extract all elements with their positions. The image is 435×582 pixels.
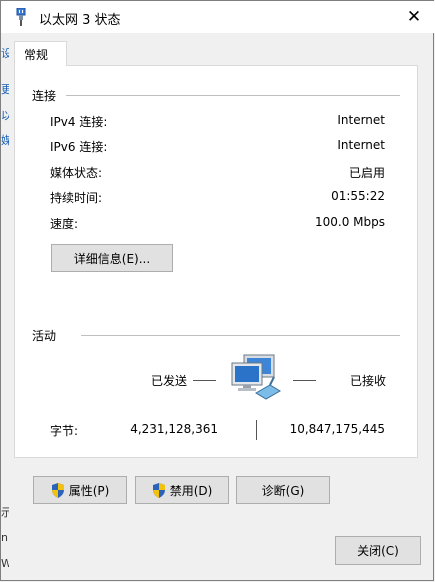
bytes-sent-value: 4,231,128,361 <box>130 422 218 436</box>
close-button[interactable]: 关闭(C) <box>335 536 421 565</box>
close-icon: ✕ <box>406 7 422 27</box>
title-bar[interactable]: 以太网 3 状态 ✕ <box>1 1 435 33</box>
bytes-received-value: 10,847,175,445 <box>289 422 385 436</box>
bytes-divider <box>256 420 257 440</box>
diagnose-button[interactable]: 诊断(G) <box>236 476 330 504</box>
duration-value: 01:55:22 <box>331 189 385 203</box>
ipv6-label: IPv6 连接: <box>50 140 108 154</box>
speed-label: 速度: <box>50 217 79 231</box>
uac-shield-icon <box>51 482 64 498</box>
background-text-peek: 以 <box>1 109 9 122</box>
duration-label: 持续时间: <box>50 191 103 205</box>
background-text-peek: 媒 <box>1 134 9 147</box>
disable-button-label: 禁用(D) <box>169 483 213 498</box>
connection-group-label: 连接 <box>32 89 57 103</box>
network-computers-icon <box>231 354 281 400</box>
activity-group-divider <box>81 335 400 336</box>
properties-button[interactable]: 属性(P) <box>33 476 127 504</box>
background-text-peek: 设 <box>1 47 9 60</box>
bytes-label: 字节: <box>50 424 79 438</box>
network-adapter-icon <box>16 8 26 26</box>
status-dialog: 以太网 3 状态 ✕ 设 更 以 媒 示 n W 常规 连接 IPv4 连接: … <box>0 0 435 581</box>
sent-label: 已发送 <box>151 374 188 388</box>
disable-button[interactable]: 禁用(D) <box>135 476 229 504</box>
ipv4-value: Internet <box>337 113 385 127</box>
uac-shield-icon <box>152 482 165 498</box>
tab-general-label: 常规 <box>24 48 49 62</box>
window-title: 以太网 3 状态 <box>39 13 121 28</box>
close-button-label: 关闭(C) <box>357 544 399 558</box>
connection-group-divider <box>66 95 400 96</box>
media-state-label: 媒体状态: <box>50 166 103 180</box>
background-text-peek: W <box>1 557 9 570</box>
ipv4-label: IPv4 连接: <box>50 115 108 129</box>
background-text-peek: 更 <box>1 83 9 96</box>
details-button[interactable]: 详细信息(E)... <box>51 244 173 272</box>
background-text-peek: 示 <box>1 506 9 519</box>
media-state-value: 已启用 <box>348 166 385 180</box>
sent-connector-line <box>193 380 216 381</box>
close-window-button[interactable]: ✕ <box>393 1 435 33</box>
activity-group-label: 活动 <box>32 329 57 343</box>
diagnose-button-label: 诊断(G) <box>261 483 305 498</box>
received-connector-line <box>293 380 316 381</box>
properties-button-label: 属性(P) <box>68 483 110 498</box>
speed-value: 100.0 Mbps <box>314 215 385 229</box>
details-button-label: 详细信息(E)... <box>73 251 151 266</box>
tab-general[interactable]: 常规 <box>14 41 67 66</box>
ipv6-value: Internet <box>337 138 385 152</box>
received-label: 已接收 <box>350 374 387 388</box>
background-text-peek: n <box>1 531 8 544</box>
